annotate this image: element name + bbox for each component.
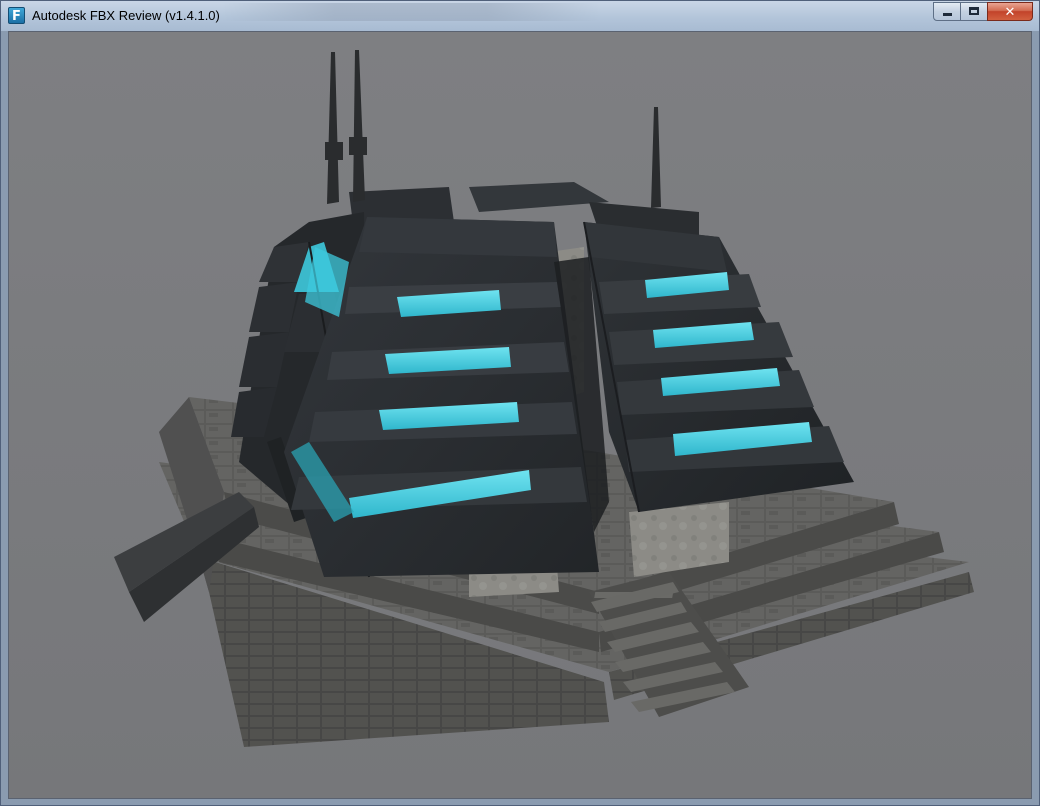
title-bar[interactable]: F Autodesk FBX Review (v1.4.1.0) ✕ bbox=[1, 1, 1039, 31]
window-title: Autodesk FBX Review (v1.4.1.0) bbox=[32, 8, 220, 23]
maximize-icon bbox=[969, 7, 979, 15]
title-bar-reflection bbox=[221, 3, 601, 21]
minimize-button[interactable] bbox=[933, 2, 961, 21]
close-button[interactable]: ✕ bbox=[987, 2, 1033, 21]
window-controls: ✕ bbox=[933, 2, 1033, 21]
fbx-review-app-icon[interactable]: F bbox=[8, 7, 25, 24]
maximize-button[interactable] bbox=[960, 2, 988, 21]
app-window: F Autodesk FBX Review (v1.4.1.0) ✕ bbox=[0, 0, 1040, 806]
close-icon: ✕ bbox=[1004, 4, 1016, 19]
3d-scene-render[interactable] bbox=[9, 32, 1032, 799]
minimize-icon bbox=[943, 13, 952, 16]
front-left-tower bbox=[284, 217, 599, 577]
3d-viewport[interactable] bbox=[8, 31, 1032, 799]
